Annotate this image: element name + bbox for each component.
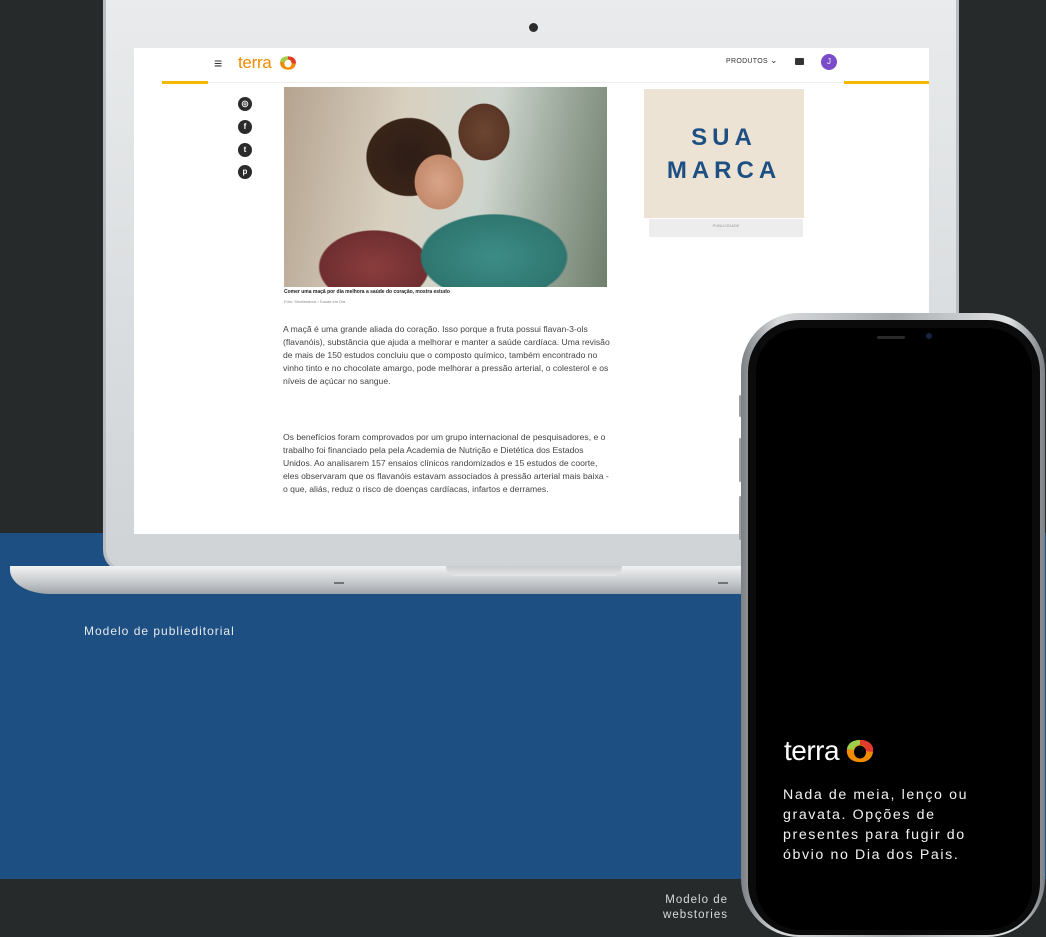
story-headline[interactable]: Nada de meia, lenço ou gravata. Opções d…	[783, 785, 1011, 865]
webstories-caption: Modelo de webstories	[663, 894, 728, 921]
terra-logo-icon	[846, 740, 874, 763]
facebook-icon[interactable]: f	[238, 120, 252, 134]
ad-banner[interactable]: SUA MARCA	[644, 89, 804, 218]
ad-label: PUBLICIDADE	[712, 223, 740, 228]
laptop-foot	[718, 582, 728, 584]
article-paragraph-1: A maçã é uma grande aliada do coração. I…	[283, 324, 610, 386]
site-navbar: ≡ terra PRODUTOS ⌄ J	[134, 48, 929, 82]
laptop-base-notch	[446, 566, 622, 576]
laptop-camera	[529, 23, 538, 32]
user-avatar[interactable]: J	[821, 54, 837, 70]
laptop-foot	[334, 582, 344, 584]
story-terra-logo-text: terra	[784, 735, 840, 766]
hamburger-menu-icon[interactable]: ≡	[214, 55, 222, 71]
ad-banner-text: SUA MARCA	[666, 123, 782, 184]
terra-logo-text[interactable]: terra	[238, 53, 272, 73]
nav-divider	[208, 82, 844, 83]
terra-logo-icon	[280, 56, 296, 70]
ad-label-strip	[649, 219, 803, 237]
laptop-base	[10, 566, 790, 594]
chevron-down-icon[interactable]: ⌄	[770, 55, 778, 66]
twitter-icon[interactable]: t	[238, 143, 252, 157]
phone-camera	[926, 333, 932, 339]
photo-credit: Foto: Shutterstock / Saúde em Dia	[284, 299, 346, 304]
article-photo	[284, 87, 607, 287]
whatsapp-icon[interactable]: ◎	[238, 97, 252, 111]
nav-accent-line-left	[162, 81, 208, 84]
phone-speaker	[877, 336, 905, 339]
mail-icon[interactable]	[795, 58, 804, 65]
publieditorial-caption: Modelo de publieditorial	[84, 624, 235, 638]
nav-accent-line-right	[844, 81, 929, 84]
photo-caption: Comer uma maçã por dia melhora a saúde d…	[284, 289, 450, 295]
pinterest-icon[interactable]: p	[238, 165, 252, 179]
article-paragraph-2: Os benefícios foram comprovados por um g…	[283, 432, 609, 494]
products-menu[interactable]: PRODUTOS	[726, 58, 768, 65]
